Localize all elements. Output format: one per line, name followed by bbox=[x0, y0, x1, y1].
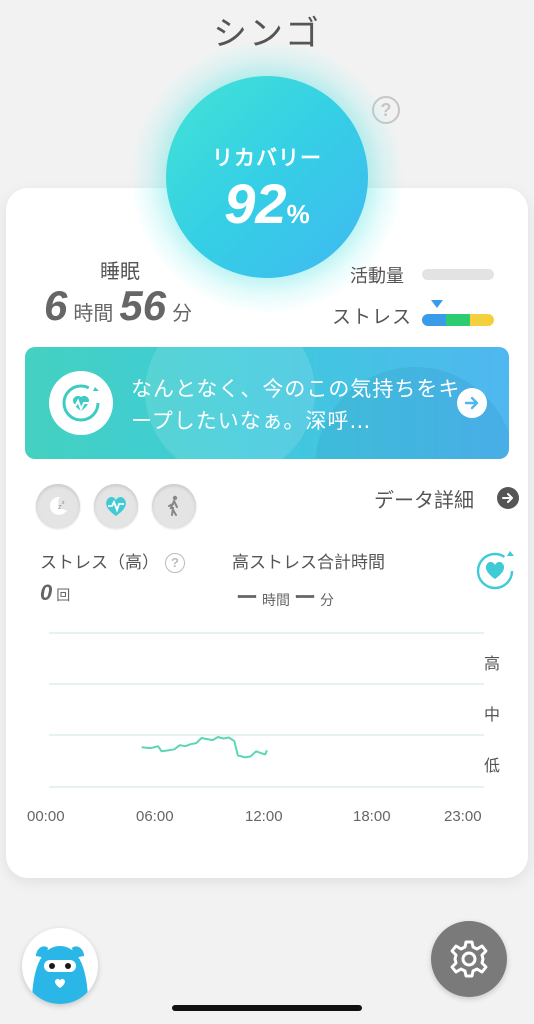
y-label-high: 高 bbox=[484, 654, 501, 673]
stress-series-line bbox=[141, 736, 268, 759]
character-icon bbox=[32, 946, 88, 1004]
home-indicator bbox=[172, 1005, 362, 1011]
y-label-mid: 中 bbox=[484, 705, 501, 724]
x-tick-label: 18:00 bbox=[353, 808, 391, 825]
x-tick-label: 23:00 bbox=[444, 808, 482, 825]
avatar[interactable] bbox=[22, 928, 98, 1004]
settings-button[interactable] bbox=[431, 921, 507, 997]
y-label-low: 低 bbox=[484, 756, 501, 775]
stress-chart bbox=[49, 632, 484, 788]
x-tick-label: 06:00 bbox=[136, 808, 174, 825]
x-tick-label: 00:00 bbox=[27, 808, 65, 825]
x-tick-label: 12:00 bbox=[245, 808, 283, 825]
gear-icon bbox=[450, 940, 488, 978]
